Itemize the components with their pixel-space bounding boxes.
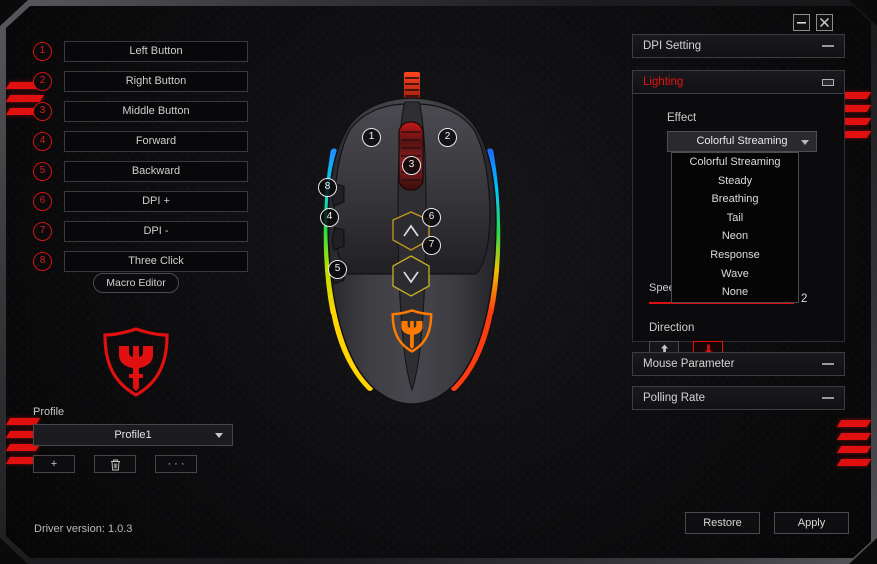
effect-option-steady[interactable]: Steady	[672, 172, 798, 191]
button-assignment-row: 6 DPI +	[33, 191, 248, 212]
button-assignment-row: 5 Backward	[33, 161, 248, 182]
accordion-title-polling-rate: Polling Rate	[643, 392, 706, 404]
effect-option-none[interactable]: None	[672, 283, 798, 302]
button-assignment-middle-button[interactable]: Middle Button	[64, 101, 248, 122]
profile-action-buttons: + · · ·	[33, 455, 233, 473]
profile-selected-value: Profile1	[114, 429, 152, 441]
effect-option-neon[interactable]: Neon	[672, 227, 798, 246]
macro-editor-button[interactable]: Macro Editor	[93, 273, 179, 293]
button-assignment-backward[interactable]: Backward	[64, 161, 248, 182]
effect-option-wave[interactable]: Wave	[672, 265, 798, 284]
mouse-side-button-forward	[331, 227, 345, 251]
effect-option-breathing[interactable]: Breathing	[672, 190, 798, 209]
mouse-callout-7: 7	[422, 236, 441, 255]
apply-button[interactable]: Apply	[774, 512, 849, 534]
driver-version-text: Driver version: 1.0.3	[34, 523, 133, 535]
button-number-badge: 3	[33, 102, 52, 121]
mouse-illustration: 1 2 3 4 5 6 7 8	[300, 60, 530, 410]
mouse-diagram-svg	[323, 72, 501, 405]
window-controls	[793, 14, 833, 31]
close-button[interactable]	[816, 14, 833, 31]
collapse-indicator-icon	[822, 397, 834, 399]
button-number-badge: 6	[33, 192, 52, 211]
accordion-header-mouse-parameter[interactable]: Mouse Parameter	[632, 352, 845, 376]
button-assignment-row: 7 DPI -	[33, 221, 248, 242]
accordion-header-lighting[interactable]: Lighting	[632, 70, 845, 94]
accordion-title-lighting: Lighting	[643, 76, 684, 88]
chevron-down-icon	[801, 140, 809, 145]
minimize-button[interactable]	[793, 14, 810, 31]
button-assignment-right-button[interactable]: Right Button	[64, 71, 248, 92]
accordion-title-dpi-setting: DPI Setting	[643, 40, 702, 52]
accordion-header-dpi-setting[interactable]: DPI Setting	[632, 34, 845, 58]
close-icon	[820, 18, 829, 27]
mouse-callout-4: 4	[320, 208, 339, 227]
button-assignment-left-button[interactable]: Left Button	[64, 41, 248, 62]
effect-option-response[interactable]: Response	[672, 246, 798, 265]
chevron-down-icon	[215, 433, 223, 438]
button-number-badge: 8	[33, 252, 52, 271]
effect-option-tail[interactable]: Tail	[672, 209, 798, 228]
minimize-icon	[797, 22, 806, 24]
profile-dropdown[interactable]: Profile1	[33, 424, 233, 446]
button-assignment-row: 1 Left Button	[33, 41, 248, 62]
button-number-badge: 1	[33, 42, 52, 61]
lighting-settings-body: Effect Colorful Streaming Colorful Strea…	[632, 94, 845, 358]
mouse-callout-2: 2	[438, 128, 457, 147]
brand-logo	[99, 325, 173, 404]
effect-label: Effect	[667, 112, 697, 124]
button-assignment-row: 2 Right Button	[33, 71, 248, 92]
button-number-badge: 2	[33, 72, 52, 91]
direction-label: Direction	[649, 322, 695, 334]
button-assignment-row: 3 Middle Button	[33, 101, 248, 122]
button-number-badge: 4	[33, 132, 52, 151]
mouse-callout-6: 6	[422, 208, 441, 227]
collapse-indicator-icon	[822, 363, 834, 365]
button-assignment-row: 8 Three Click	[33, 251, 248, 272]
effect-option-colorful-streaming[interactable]: Colorful Streaming	[672, 153, 798, 172]
shield-trident-logo-icon	[103, 327, 169, 397]
expand-indicator-icon	[822, 79, 834, 86]
mouse-callout-3: 3	[402, 156, 421, 175]
accordion-header-polling-rate[interactable]: Polling Rate	[632, 386, 845, 410]
application-window: 1 Left Button 2 Right Button 3 Middle Bu…	[0, 0, 877, 564]
effect-combobox-wrapper: Colorful Streaming Colorful Streaming St…	[667, 131, 817, 303]
button-assignment-dpi-down[interactable]: DPI -	[64, 221, 248, 242]
trash-icon	[110, 459, 120, 470]
delete-profile-button[interactable]	[94, 455, 136, 473]
effect-combobox[interactable]: Colorful Streaming	[667, 131, 817, 152]
bottom-action-bar: Restore Apply	[685, 512, 849, 534]
button-assignment-forward[interactable]: Forward	[64, 131, 248, 152]
settings-panel: DPI Setting Lighting Effect Colorful Str…	[632, 34, 845, 410]
mouse-callout-5: 5	[328, 260, 347, 279]
add-profile-button[interactable]: +	[33, 455, 75, 473]
button-assignment-list: 1 Left Button 2 Right Button 3 Middle Bu…	[33, 41, 248, 281]
speed-value: 2	[801, 293, 808, 305]
button-number-badge: 5	[33, 162, 52, 181]
button-assignment-dpi-up[interactable]: DPI +	[64, 191, 248, 212]
profile-section: Profile Profile1 + · · ·	[33, 406, 233, 473]
effect-options-list: Colorful Streaming Steady Breathing Tail…	[671, 152, 799, 303]
more-profile-options-button[interactable]: · · ·	[155, 455, 197, 473]
mouse-callout-1: 1	[362, 128, 381, 147]
effect-selected-value: Colorful Streaming	[696, 135, 788, 147]
restore-button[interactable]: Restore	[685, 512, 760, 534]
mouse-callout-8: 8	[318, 178, 337, 197]
button-assignment-row: 4 Forward	[33, 131, 248, 152]
button-number-badge: 7	[33, 222, 52, 241]
button-assignment-three-click[interactable]: Three Click	[64, 251, 248, 272]
profile-label: Profile	[33, 406, 65, 418]
accordion-title-mouse-parameter: Mouse Parameter	[643, 358, 735, 370]
collapse-indicator-icon	[822, 45, 834, 47]
